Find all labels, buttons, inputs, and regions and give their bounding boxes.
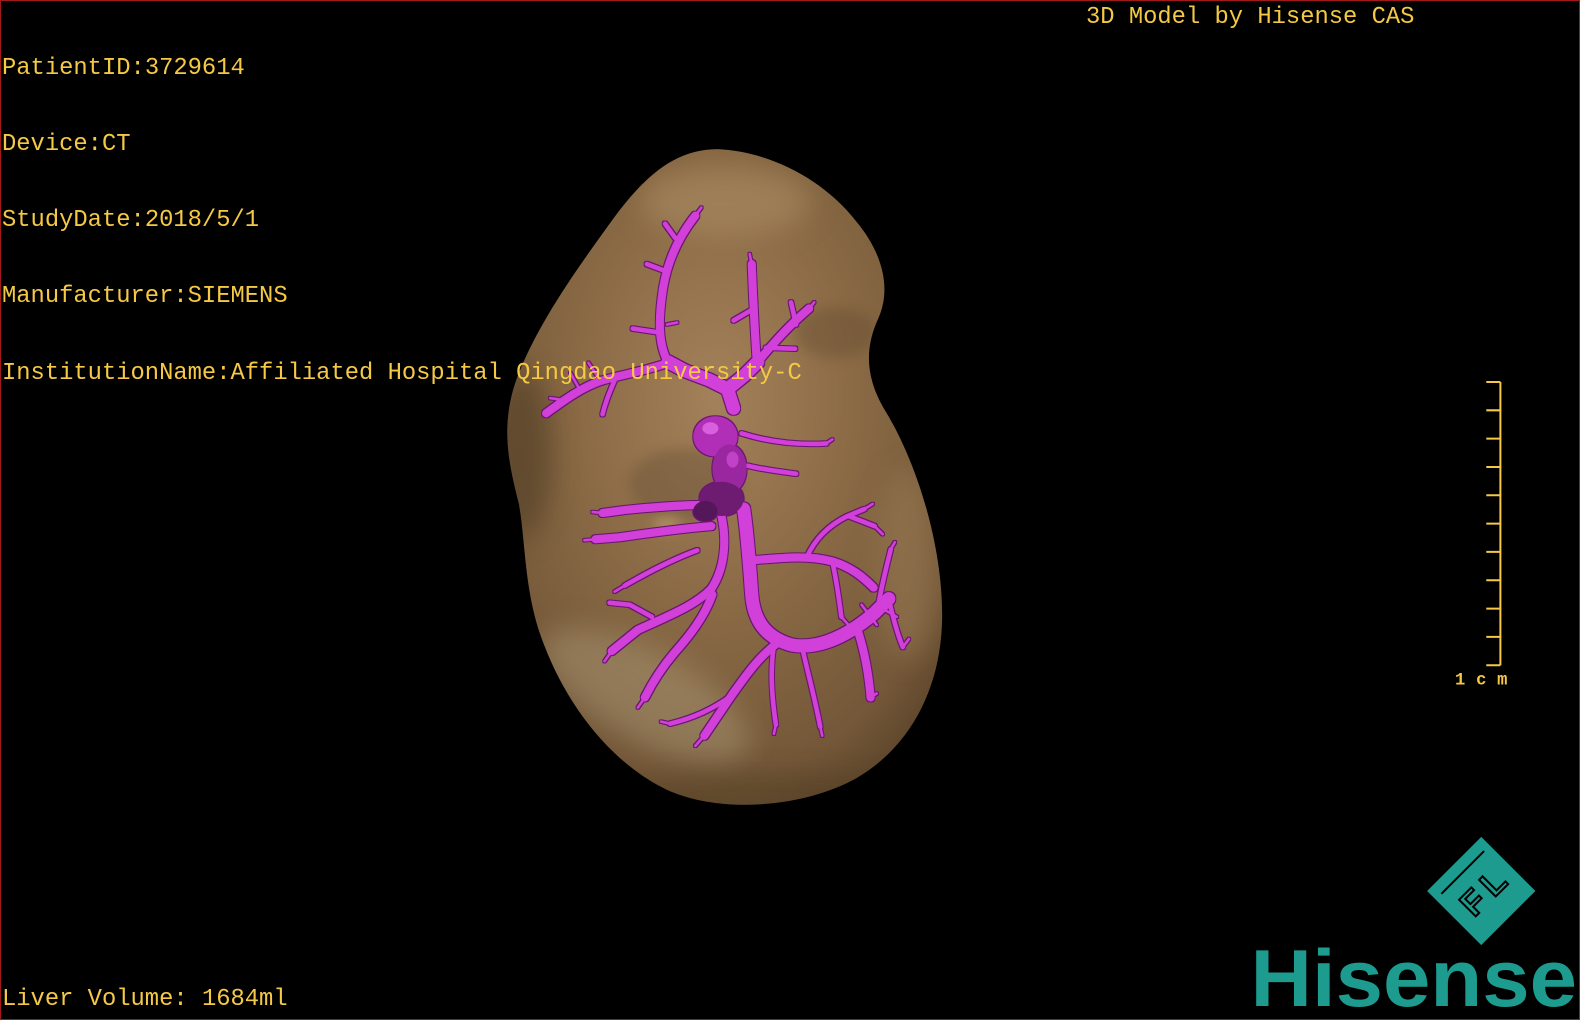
info-line-device: Device:CT <box>2 132 802 157</box>
scale-bar: 1cm <box>1455 380 1507 690</box>
liver-fold-right <box>796 307 877 358</box>
info-value: 3729614 <box>144 54 245 82</box>
info-label: InstitutionName: <box>2 359 231 387</box>
info-line-patient-id: PatientID:3729614 <box>2 56 802 81</box>
patient-info-overlay: PatientID:3729614 Device:CT StudyDate:20… <box>2 5 802 437</box>
info-label: PatientID: <box>2 54 145 82</box>
liver-volume-readout: Liver Volume: 1684ml <box>2 987 288 1012</box>
3d-viewport[interactable]: 1cm F L Hisense PatientID:3729614 Device… <box>0 0 1580 1020</box>
liver-bottom-shadow <box>624 774 907 805</box>
info-line-study-date: StudyDate:2018/5/1 <box>2 208 802 233</box>
info-value: Affiliated Hospital Qingdao University-C <box>230 359 802 387</box>
hisense-logo: F L Hisense <box>1250 836 1577 1020</box>
info-value: CT <box>101 131 131 159</box>
scale-bar-ticks <box>1486 380 1501 667</box>
confluence-highlight <box>726 451 739 468</box>
info-line-institution: InstitutionName:Affiliated Hospital Qing… <box>2 359 802 387</box>
brand-wordmark: Hisense <box>1250 934 1576 1020</box>
info-label: Manufacturer: <box>2 283 188 311</box>
model-credit: 3D Model by Hisense CAS <box>1086 4 1415 31</box>
confluence-node <box>693 500 718 522</box>
info-value: 2018/5/1 <box>144 207 260 235</box>
info-line-manufacturer: Manufacturer:SIEMENS <box>2 284 802 309</box>
hisense-fl-emblem-icon: F L <box>1427 836 1536 946</box>
volume-label: Liver Volume: <box>2 986 202 1013</box>
info-value: SIEMENS <box>187 283 288 311</box>
info-label: Device: <box>2 131 102 159</box>
volume-value: 1684ml <box>201 986 288 1013</box>
scale-bar-label: 1cm <box>1455 671 1507 690</box>
info-label: StudyDate: <box>2 207 145 235</box>
